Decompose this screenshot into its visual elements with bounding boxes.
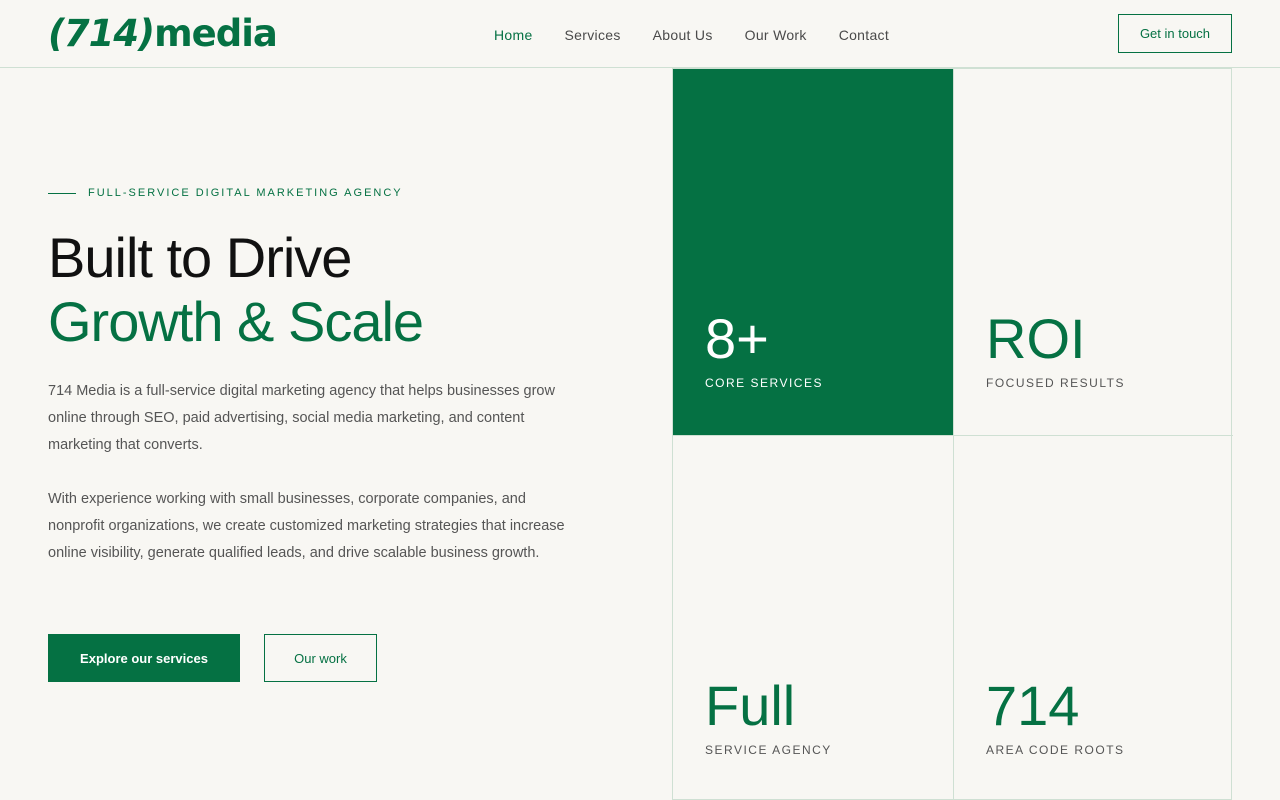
stat-card-core-services: 8+ CORE SERVICES bbox=[673, 69, 953, 435]
explore-services-button[interactable]: Explore our services bbox=[48, 634, 240, 682]
get-in-touch-button[interactable]: Get in touch bbox=[1118, 14, 1232, 53]
nav-contact[interactable]: Contact bbox=[839, 26, 889, 44]
stat-label: SERVICE AGENCY bbox=[705, 743, 832, 757]
eyebrow-text: FULL-SERVICE DIGITAL MARKETING AGENCY bbox=[88, 187, 403, 199]
stat-card-area-code: 714 AREA CODE ROOTS bbox=[953, 435, 1233, 800]
stat-label: AREA CODE ROOTS bbox=[986, 743, 1125, 757]
stats-grid: 8+ CORE SERVICES ROI FOCUSED RESULTS Ful… bbox=[672, 68, 1233, 800]
stat-card-full-service: Full SERVICE AGENCY bbox=[673, 435, 953, 800]
logo-paren-text: (714) bbox=[48, 12, 155, 55]
nav-about-us[interactable]: About Us bbox=[653, 26, 713, 44]
main-nav: Home Services About Us Our Work Contact bbox=[494, 26, 889, 44]
stat-value: 8+ bbox=[705, 307, 769, 370]
stat-value: 714 bbox=[986, 674, 1080, 737]
hero-title-line1: Built to Drive bbox=[48, 226, 352, 289]
stat-label: CORE SERVICES bbox=[705, 376, 823, 390]
hero-title-line2: Growth & Scale bbox=[48, 290, 424, 353]
site-header: (714)media Home Services About Us Our Wo… bbox=[0, 0, 1280, 68]
stat-label: FOCUSED RESULTS bbox=[986, 376, 1125, 390]
nav-our-work[interactable]: Our Work bbox=[745, 26, 807, 44]
hero-title: Built to Drive Growth & Scale bbox=[48, 226, 424, 354]
brand-logo[interactable]: (714)media bbox=[48, 10, 278, 58]
stat-card-roi: ROI FOCUSED RESULTS bbox=[953, 69, 1233, 435]
our-work-button[interactable]: Our work bbox=[264, 634, 377, 682]
nav-home[interactable]: Home bbox=[494, 26, 533, 44]
hero-paragraph-1: 714 Media is a full-service digital mark… bbox=[48, 383, 555, 453]
stat-value: Full bbox=[705, 674, 796, 737]
logo-word: media bbox=[154, 12, 278, 55]
hero-paragraph-2: With experience working with small busin… bbox=[48, 491, 565, 561]
nav-services[interactable]: Services bbox=[565, 26, 621, 44]
eyebrow-divider bbox=[48, 192, 76, 194]
hero-eyebrow: FULL-SERVICE DIGITAL MARKETING AGENCY bbox=[48, 187, 403, 199]
stat-value: ROI bbox=[986, 307, 1086, 370]
